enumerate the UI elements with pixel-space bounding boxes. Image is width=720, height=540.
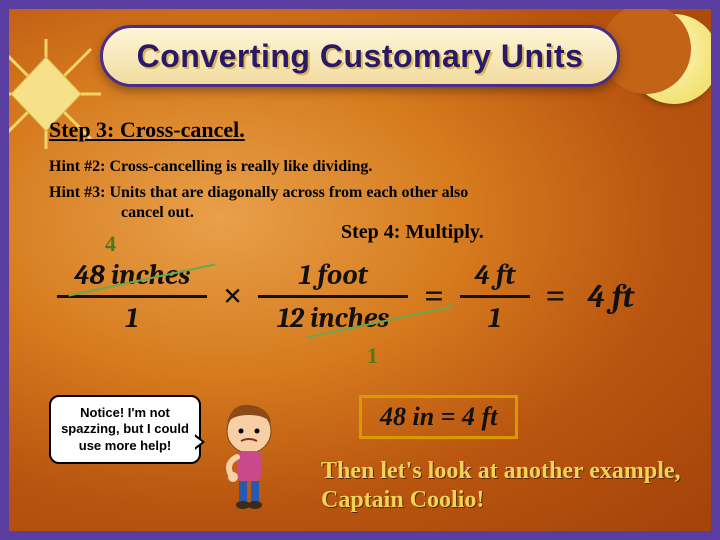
- moon-icon: [609, 0, 720, 119]
- frac1-denominator: 1: [57, 302, 207, 334]
- cancel-result-1: 1: [367, 343, 378, 369]
- hint-2: Hint #2: Cross-cancelling is really like…: [49, 157, 671, 177]
- equation: 4 48 inches 1 × 1 foot 12 inches = 4 ft …: [57, 259, 691, 379]
- title-banner: Converting Customary Units: [100, 25, 620, 87]
- hint-3-line1: Hint #3: Units that are diagonally acros…: [49, 184, 468, 201]
- fraction-3: 4 ft 1: [460, 259, 530, 334]
- step3-heading: Step 3: Cross-cancel.: [49, 117, 671, 143]
- slide: Converting Customary Units Step 3: Cross…: [0, 0, 720, 540]
- speech-bubble: Notice! I'm not spazzing, but I could us…: [49, 395, 201, 464]
- hint-3-line2: cancel out.: [49, 204, 194, 221]
- frac2-denominator: 12 inches: [258, 302, 408, 334]
- hint-3: Hint #3: Units that are diagonally acros…: [49, 183, 671, 223]
- cartoon-kid-icon: [209, 401, 289, 511]
- frac2-numerator: 1 foot: [258, 259, 408, 291]
- closing-line: Then let's look at another example, Capt…: [321, 457, 701, 515]
- result-box: 48 in = 4 ft: [359, 395, 518, 439]
- frac1-numerator: 48 inches: [57, 259, 207, 291]
- final-answer: 4 ft: [587, 278, 634, 315]
- frac3-numerator: 4 ft: [460, 259, 530, 291]
- step4-heading: Step 4: Multiply.: [341, 221, 484, 244]
- frac3-denominator: 1: [460, 302, 530, 334]
- content-area: Step 3: Cross-cancel. Hint #2: Cross-can…: [49, 117, 671, 229]
- cancel-result-4: 4: [105, 231, 116, 257]
- times-operator: ×: [223, 278, 242, 316]
- equals-2: =: [546, 278, 565, 316]
- page-title: Converting Customary Units: [137, 38, 584, 75]
- fraction-2: 1 foot 12 inches: [258, 259, 408, 334]
